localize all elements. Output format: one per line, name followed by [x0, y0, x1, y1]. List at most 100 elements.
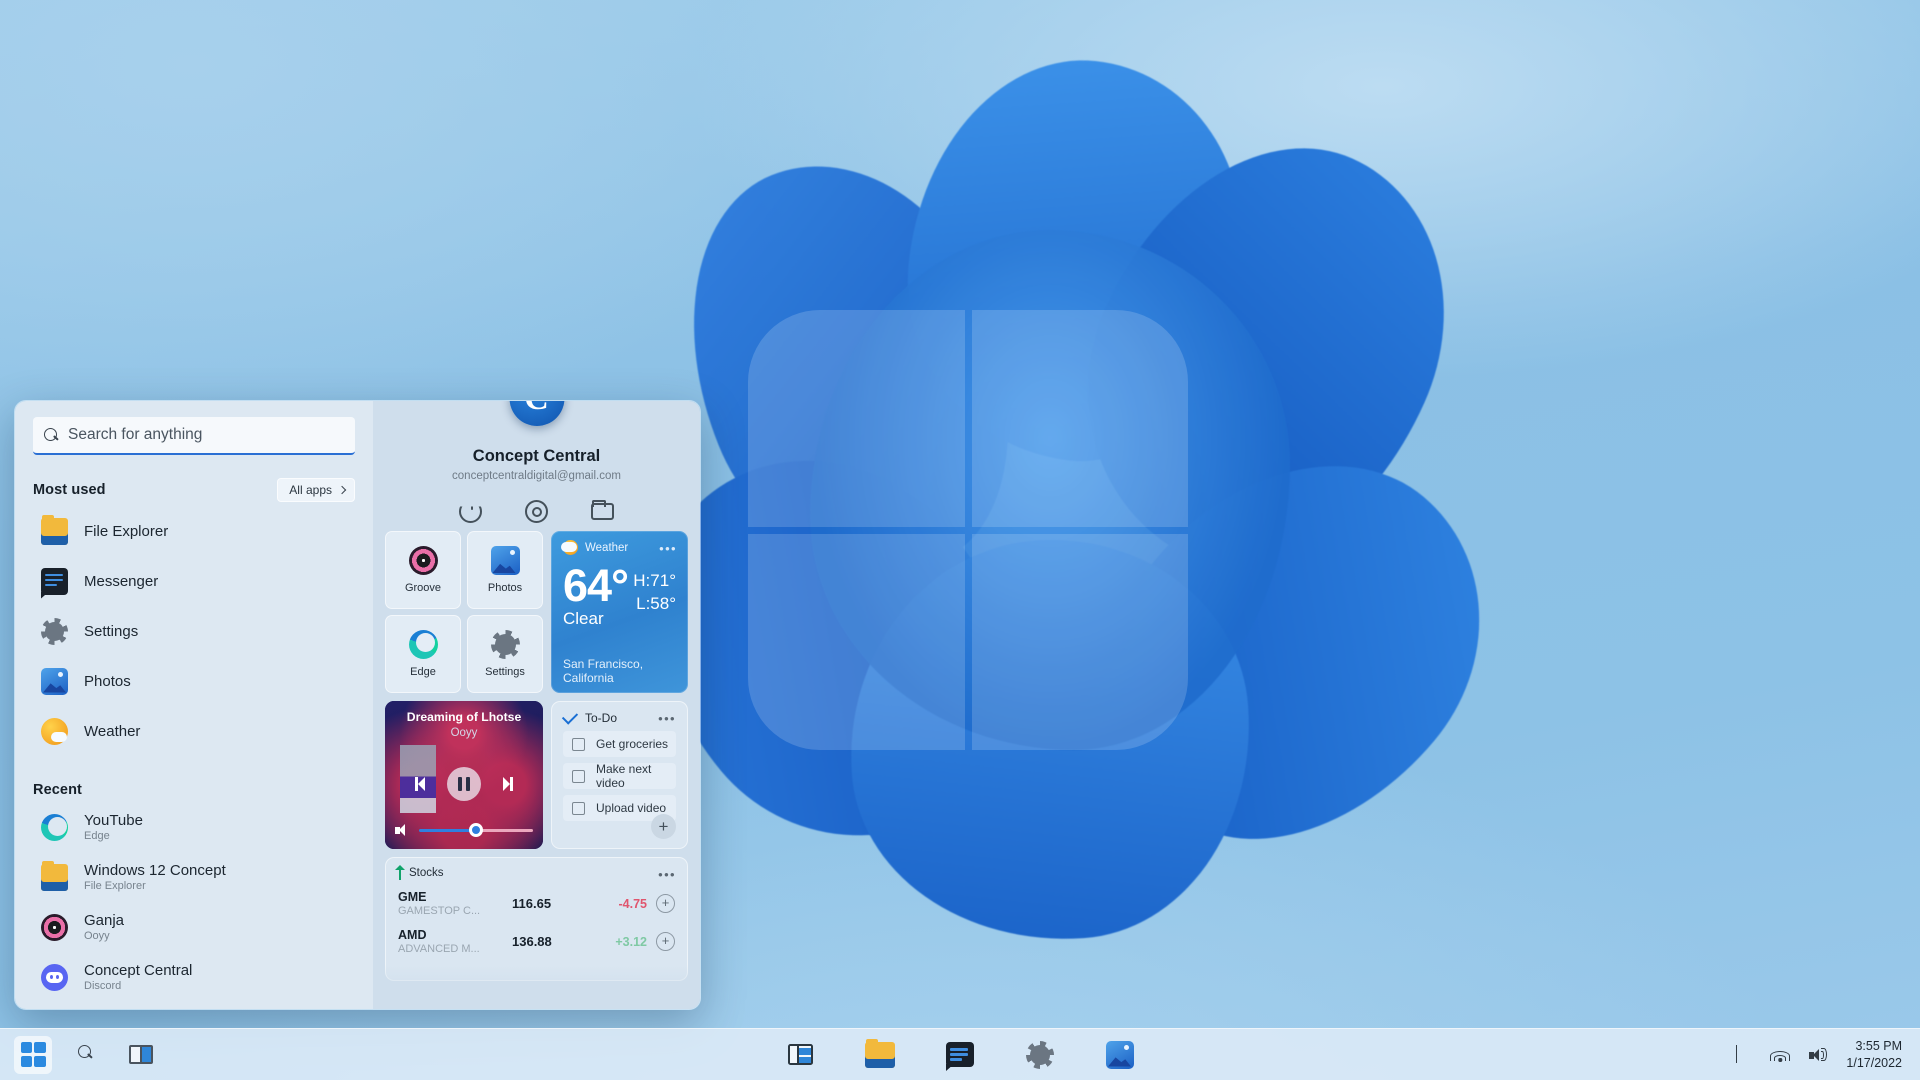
recent-label: Ganja — [84, 912, 125, 929]
tile-label: Settings — [485, 666, 525, 678]
stock-symbol: AMD — [398, 928, 427, 942]
todo-item[interactable]: Get groceries — [563, 731, 676, 757]
previous-track-icon[interactable] — [415, 777, 430, 791]
app-label: Photos — [84, 672, 131, 690]
search-icon — [77, 1045, 97, 1064]
stocks-widget-header: Stocks ••• — [395, 865, 676, 882]
avatar[interactable]: C — [509, 401, 564, 426]
tile-label: Photos — [487, 582, 523, 594]
stock-row-amd[interactable]: AMD ADVANCED M... 136.88 +3.12 + — [398, 928, 675, 955]
photos-button[interactable] — [1101, 1036, 1139, 1074]
todo-widget-header: To-Do ••• — [561, 708, 676, 726]
folder-icon — [41, 860, 68, 891]
gear-icon — [490, 630, 520, 659]
stock-symbol: GME — [398, 890, 427, 904]
most-used-header: Most used All apps — [33, 478, 355, 502]
profile-actions — [373, 500, 700, 523]
most-used-item-file-explorer[interactable]: File Explorer — [33, 506, 355, 556]
settings-gear-icon[interactable] — [525, 500, 548, 523]
settings-button[interactable] — [1021, 1036, 1059, 1074]
weather-condition: Clear — [563, 609, 604, 629]
weather-high: H:71° — [633, 571, 676, 590]
next-track-icon[interactable] — [498, 777, 513, 791]
volume-slider-handle[interactable] — [469, 823, 483, 838]
todo-widget-menu-button[interactable]: ••• — [658, 711, 676, 726]
messenger-button[interactable] — [941, 1036, 979, 1074]
weather-widget-menu-button[interactable]: ••• — [659, 541, 677, 556]
recent-item-windows-12-concept[interactable]: Windows 12 Concept File Explorer — [33, 852, 355, 902]
recent-sublabel: Discord — [84, 980, 122, 992]
search-icon — [44, 427, 59, 443]
most-used-title: Most used — [33, 482, 106, 498]
stock-change: -4.75 — [618, 896, 648, 911]
stock-price: 116.65 — [512, 896, 552, 911]
music-player-widget[interactable]: Dreaming of Lhotse Ooyy — [385, 701, 543, 849]
task-view-button[interactable] — [122, 1036, 160, 1074]
most-used-item-settings[interactable]: Settings — [33, 606, 355, 656]
todo-widget-title: To-Do — [585, 711, 618, 725]
stocks-widget-menu-button[interactable]: ••• — [658, 867, 676, 882]
recent-item-concept-central[interactable]: Concept Central Discord — [33, 952, 355, 1002]
todo-widget[interactable]: To-Do ••• Get groceries Make next video … — [551, 701, 688, 849]
recent-item-youtube[interactable]: YouTube Edge — [33, 802, 355, 852]
weather-widget[interactable]: Weather ••• 64° Clear H:71° L:58° San Fr… — [551, 531, 688, 693]
stock-row-gme[interactable]: GME GAMESTOP C... 116.65 -4.75 + — [398, 890, 675, 917]
app-label: Messenger — [84, 572, 159, 590]
widgets-button[interactable] — [781, 1036, 819, 1074]
search-button[interactable] — [68, 1036, 106, 1074]
start-button[interactable] — [14, 1035, 52, 1074]
widgets-icon — [787, 1044, 813, 1065]
groove-icon — [41, 913, 68, 941]
tile-settings[interactable]: Settings — [467, 615, 543, 693]
todo-item-label: Upload video — [596, 801, 667, 815]
stocks-widget[interactable]: Stocks ••• GME GAMESTOP C... 116.65 -4.7… — [385, 857, 688, 981]
stock-change: +3.12 — [615, 934, 647, 949]
speaker-icon[interactable] — [1808, 1046, 1828, 1064]
todo-checkbox[interactable] — [572, 769, 585, 783]
taskbar-center-group — [781, 1036, 1139, 1074]
most-used-item-weather[interactable]: Weather — [33, 706, 355, 756]
discord-icon — [41, 963, 68, 991]
photos-icon — [1106, 1040, 1134, 1069]
widgets-area: Groove Photos Edge Settings Weather ••• … — [373, 523, 700, 981]
todo-checkbox[interactable] — [572, 801, 585, 815]
messenger-icon — [41, 567, 68, 595]
stocks-widget-title: Stocks — [409, 867, 444, 879]
recent-label: Windows 12 Concept — [84, 862, 226, 879]
pause-button[interactable] — [447, 767, 481, 801]
folder-icon — [865, 1038, 895, 1068]
add-stock-button[interactable]: + — [656, 932, 675, 951]
profile-email: conceptcentraldigital@gmail.com — [452, 470, 621, 482]
edge-icon — [408, 630, 438, 659]
pinned-tiles: Groove Photos Edge Settings — [385, 531, 543, 693]
add-stock-button[interactable]: + — [656, 894, 675, 913]
recent-sublabel: File Explorer — [84, 880, 146, 892]
start-menu: Search for anything Most used All apps F… — [14, 400, 701, 1010]
tile-edge[interactable]: Edge — [385, 615, 461, 693]
tile-groove[interactable]: Groove — [385, 531, 461, 609]
volume-slider[interactable] — [419, 823, 533, 838]
user-profile[interactable]: C Concept Central conceptcentraldigital@… — [373, 401, 700, 523]
music-artist: Ooyy — [450, 727, 478, 739]
clock[interactable]: 3:55 PM 1/17/2022 — [1846, 1038, 1902, 1072]
power-icon[interactable] — [459, 506, 482, 523]
photos-icon — [490, 546, 520, 575]
stock-company: ADVANCED M... — [398, 943, 480, 955]
all-apps-button[interactable]: All apps — [277, 478, 355, 502]
most-used-item-messenger[interactable]: Messenger — [33, 556, 355, 606]
chevron-up-icon[interactable] — [1732, 1044, 1752, 1064]
profile-name: Concept Central — [472, 447, 601, 465]
recent-item-ganja[interactable]: Ganja Ooyy — [33, 902, 355, 952]
wifi-icon[interactable] — [1770, 1046, 1791, 1064]
add-todo-button[interactable]: + — [651, 814, 676, 839]
most-used-item-photos[interactable]: Photos — [33, 656, 355, 706]
volume-control[interactable] — [395, 823, 533, 838]
windows-logo-icon — [20, 1042, 46, 1067]
tile-photos[interactable]: Photos — [467, 531, 543, 609]
todo-item[interactable]: Make next video — [563, 762, 676, 790]
file-explorer-button[interactable] — [861, 1036, 899, 1074]
todo-checkbox[interactable] — [572, 737, 585, 751]
app-label: File Explorer — [84, 522, 169, 540]
folder-icon[interactable] — [591, 500, 614, 520]
search-input[interactable]: Search for anything — [33, 417, 355, 455]
